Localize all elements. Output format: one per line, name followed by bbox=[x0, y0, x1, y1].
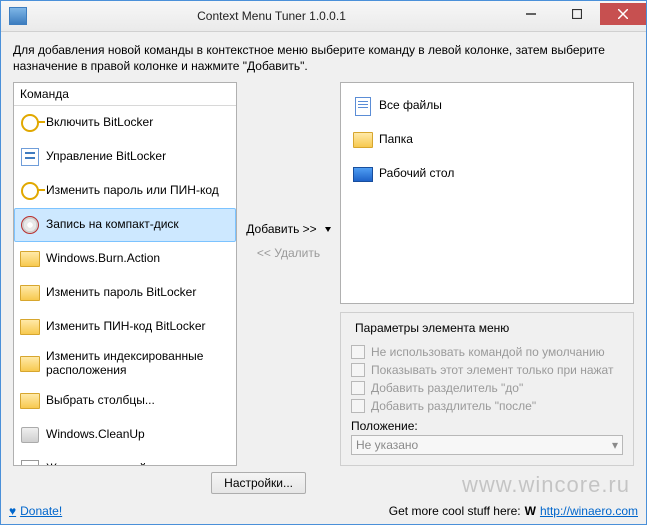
monitor-icon bbox=[353, 164, 373, 184]
folder-icon bbox=[20, 283, 40, 303]
window-body: Для добавления новой команды в контекстн… bbox=[1, 32, 646, 500]
checkbox-icon[interactable] bbox=[351, 399, 365, 413]
params-title: Параметры элемента меню bbox=[351, 321, 513, 335]
command-item[interactable]: Изменить индексированные расположения bbox=[14, 344, 236, 384]
command-item[interactable]: Изменить пароль или ПИН-код bbox=[14, 174, 236, 208]
maximize-icon bbox=[572, 9, 582, 19]
add-button-label: Добавить >> bbox=[246, 222, 316, 236]
settings-button[interactable]: Настройки... bbox=[211, 472, 306, 494]
param-show-on-press-label: Показывать этот элемент только при нажат bbox=[371, 363, 613, 377]
command-item[interactable]: Windows.Burn.Action bbox=[14, 242, 236, 276]
folder-icon bbox=[20, 317, 40, 337]
settings-button-label: Настройки... bbox=[224, 476, 293, 490]
command-item-label: Запись на компакт-диск bbox=[46, 218, 179, 232]
key-icon bbox=[20, 113, 40, 133]
command-item[interactable]: Windows.CleanUp bbox=[14, 418, 236, 452]
status-bar: ♥ Donate! Get more cool stuff here: W ht… bbox=[1, 500, 646, 524]
clean-icon bbox=[20, 425, 40, 445]
chevron-down-icon bbox=[325, 227, 331, 232]
command-item[interactable]: Журнал адресной строки bbox=[14, 452, 236, 465]
command-item-label: Изменить ПИН-код BitLocker bbox=[46, 320, 206, 334]
menu-item-params: Параметры элемента меню Не использовать … bbox=[340, 312, 634, 466]
main-area: Команда Включить BitLocker Управление Bit… bbox=[13, 82, 634, 466]
param-default-cmd: Не использовать командой по умолчанию bbox=[351, 345, 623, 359]
command-item-label: Изменить индексированные расположения bbox=[46, 350, 230, 378]
folder-icon bbox=[353, 130, 373, 150]
command-item-label: Изменить пароль или ПИН-код bbox=[46, 184, 219, 198]
command-item-label: Windows.CleanUp bbox=[46, 428, 145, 442]
position-select[interactable]: Не указано ▾ bbox=[351, 435, 623, 455]
target-item-label: Папка bbox=[379, 133, 413, 147]
commands-list[interactable]: Включить BitLocker Управление BitLocker Из… bbox=[14, 106, 236, 465]
close-icon bbox=[618, 9, 628, 19]
folder-icon bbox=[20, 249, 40, 269]
target-item[interactable]: Папка bbox=[347, 123, 627, 157]
cd-icon bbox=[20, 215, 40, 235]
donate-label: Donate! bbox=[20, 504, 62, 518]
minimize-button[interactable] bbox=[508, 3, 554, 25]
journal-icon bbox=[20, 459, 40, 465]
folder-icon bbox=[20, 391, 40, 411]
targets-list[interactable]: Все файлы Папка Рабочий стол bbox=[347, 89, 627, 297]
minimize-icon bbox=[526, 9, 536, 19]
checkbox-icon[interactable] bbox=[351, 381, 365, 395]
target-item-label: Все файлы bbox=[379, 99, 442, 113]
command-item[interactable]: Изменить пароль BitLocker bbox=[14, 276, 236, 310]
middle-buttons: Добавить >> << Удалить bbox=[241, 82, 336, 466]
command-item-label: Управление BitLocker bbox=[46, 150, 166, 164]
add-button[interactable]: Добавить >> bbox=[246, 222, 330, 236]
checkbox-icon[interactable] bbox=[351, 345, 365, 359]
command-item[interactable]: Изменить ПИН-код BitLocker bbox=[14, 310, 236, 344]
titlebar: Context Menu Tuner 1.0.0.1 bbox=[1, 1, 646, 32]
param-sep-before-label: Добавить разделитель "до" bbox=[371, 381, 523, 395]
command-item-label: Журнал адресной строки bbox=[46, 462, 186, 465]
winaero-icon: W bbox=[525, 504, 536, 518]
target-item[interactable]: Все файлы bbox=[347, 89, 627, 123]
commands-panel: Команда Включить BitLocker Управление Bit… bbox=[13, 82, 237, 466]
files-icon bbox=[353, 96, 373, 116]
command-item-label: Windows.Burn.Action bbox=[46, 252, 160, 266]
chevron-down-icon: ▾ bbox=[612, 438, 618, 452]
command-item-label: Включить BitLocker bbox=[46, 116, 153, 130]
remove-button-label: << Удалить bbox=[257, 246, 320, 260]
param-sep-before: Добавить разделитель "до" bbox=[351, 381, 623, 395]
donate-link[interactable]: ♥ Donate! bbox=[9, 504, 62, 518]
command-item[interactable]: Включить BitLocker bbox=[14, 106, 236, 140]
command-item[interactable]: Запись на компакт-диск bbox=[14, 208, 236, 242]
param-default-cmd-label: Не использовать командой по умолчанию bbox=[371, 345, 605, 359]
target-item-label: Рабочий стол bbox=[379, 167, 454, 181]
param-show-on-press: Показывать этот элемент только при нажат bbox=[351, 363, 623, 377]
commands-header: Команда bbox=[14, 83, 236, 106]
position-label: Положение: bbox=[351, 419, 623, 433]
window-title: Context Menu Tuner 1.0.0.1 bbox=[35, 9, 508, 23]
more-stuff-label: Get more cool stuff here: bbox=[389, 504, 521, 518]
target-item[interactable]: Рабочий стол bbox=[347, 157, 627, 191]
close-button[interactable] bbox=[600, 3, 646, 25]
checks-icon bbox=[20, 147, 40, 167]
command-item-label: Изменить пароль BitLocker bbox=[46, 286, 196, 300]
bottom-bar: Настройки... bbox=[13, 466, 634, 494]
param-sep-after-label: Добавить раздлитель "после" bbox=[371, 399, 536, 413]
command-item[interactable]: Выбрать столбцы... bbox=[14, 384, 236, 418]
checkbox-icon[interactable] bbox=[351, 363, 365, 377]
right-column: Все файлы Папка Рабочий стол Параметры эле… bbox=[340, 82, 634, 466]
donate-icon: ♥ bbox=[9, 504, 16, 518]
app-window: Context Menu Tuner 1.0.0.1 Для добавлени… bbox=[0, 0, 647, 525]
key-icon bbox=[20, 181, 40, 201]
command-item[interactable]: Управление BitLocker bbox=[14, 140, 236, 174]
position-value: Не указано bbox=[356, 438, 418, 452]
app-icon bbox=[9, 7, 27, 25]
winaero-link[interactable]: http://winaero.com bbox=[540, 504, 638, 518]
folder-icon bbox=[20, 354, 40, 374]
instructions-text: Для добавления новой команды в контекстн… bbox=[13, 42, 634, 74]
maximize-button[interactable] bbox=[554, 3, 600, 25]
remove-button[interactable]: << Удалить bbox=[257, 246, 320, 260]
param-sep-after: Добавить раздлитель "после" bbox=[351, 399, 623, 413]
targets-panel: Все файлы Папка Рабочий стол bbox=[340, 82, 634, 304]
command-item-label: Выбрать столбцы... bbox=[46, 394, 155, 408]
status-right: Get more cool stuff here: W http://winae… bbox=[389, 504, 638, 518]
